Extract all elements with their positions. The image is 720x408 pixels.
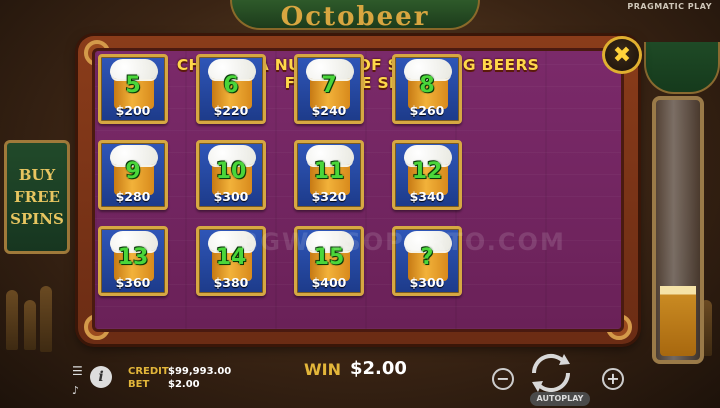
autoplay-button[interactable]: AUTOPLAY <box>530 392 590 406</box>
bet-increase-button[interactable]: + <box>602 368 624 390</box>
bottle-decor <box>24 300 36 350</box>
option-price-label: $380 <box>213 275 249 290</box>
beer-option-tile[interactable]: 5 $200 <box>98 54 168 124</box>
option-price-label: $340 <box>409 189 445 204</box>
beer-count-label: 8 <box>419 73 435 98</box>
menu-icon[interactable]: ☰ <box>72 364 86 378</box>
option-price-label: $220 <box>213 103 249 118</box>
watermark-text: BGWINSOPORTO.COM <box>240 228 566 256</box>
beer-count-label: 12 <box>411 159 443 184</box>
bottle-decor <box>6 290 18 350</box>
free-label: FREE <box>14 188 60 206</box>
spin-arrows-icon <box>531 353 571 393</box>
option-price-label: $360 <box>115 275 151 290</box>
buy-label: BUY <box>18 166 56 184</box>
option-price-label: $280 <box>115 189 151 204</box>
win-label: WIN <box>304 360 341 379</box>
info-button[interactable]: i <box>90 366 112 388</box>
win-value: $2.00 <box>350 358 407 379</box>
bet-label: BET <box>128 379 150 390</box>
beer-option-tile[interactable]: 7 $240 <box>294 54 364 124</box>
beer-count-label: 10 <box>215 159 247 184</box>
option-price-label: $240 <box>311 103 347 118</box>
beer-count-label: 13 <box>117 245 149 270</box>
beer-option-tile[interactable]: 9 $280 <box>98 140 168 210</box>
beer-count-label: 7 <box>321 73 337 98</box>
bet-value: $2.00 <box>168 379 200 390</box>
beer-count-label: 11 <box>313 159 345 184</box>
beer-option-tile[interactable]: 6 $220 <box>196 54 266 124</box>
brand-label: PRAGMATIC PLAY <box>627 2 712 11</box>
beer-options-grid: 5 $200 6 $220 7 $240 8 $260 9 $280 10 $300 11 $320 12 $… <box>98 54 468 296</box>
beer-count-label: 9 <box>125 159 141 184</box>
close-x-icon: ✖ <box>612 42 632 68</box>
option-price-label: $320 <box>311 189 347 204</box>
close-button[interactable]: ✖ <box>602 36 642 74</box>
option-price-label: $300 <box>409 275 445 290</box>
beer-option-tile[interactable]: 11 $320 <box>294 140 364 210</box>
spins-label: SPINS <box>10 210 64 228</box>
bottle-decor <box>40 286 52 352</box>
buy-free-spins-button[interactable]: BUY FREE SPINS <box>4 140 70 254</box>
option-price-label: $200 <box>115 103 151 118</box>
beer-count-label: 6 <box>223 73 239 98</box>
beer-option-tile[interactable]: 13 $360 <box>98 226 168 296</box>
game-logo: Octobeer <box>230 0 480 30</box>
spin-button[interactable] <box>524 350 578 396</box>
side-sign-decor <box>644 42 720 94</box>
option-price-label: $400 <box>311 275 347 290</box>
beer-option-tile[interactable]: 8 $260 <box>392 54 462 124</box>
sound-icon[interactable]: ♪ <box>72 384 79 397</box>
beer-option-tile[interactable]: 12 $340 <box>392 140 462 210</box>
beer-option-tile[interactable]: 10 $300 <box>196 140 266 210</box>
beer-tube-meter <box>652 96 704 364</box>
option-price-label: $260 <box>409 103 445 118</box>
credit-value: $99,993.00 <box>168 366 232 377</box>
beer-tube-fill <box>660 286 696 356</box>
credit-label: CREDIT <box>128 366 169 377</box>
beer-count-label: 5 <box>125 73 141 98</box>
bet-decrease-button[interactable]: − <box>492 368 514 390</box>
option-price-label: $300 <box>213 189 249 204</box>
